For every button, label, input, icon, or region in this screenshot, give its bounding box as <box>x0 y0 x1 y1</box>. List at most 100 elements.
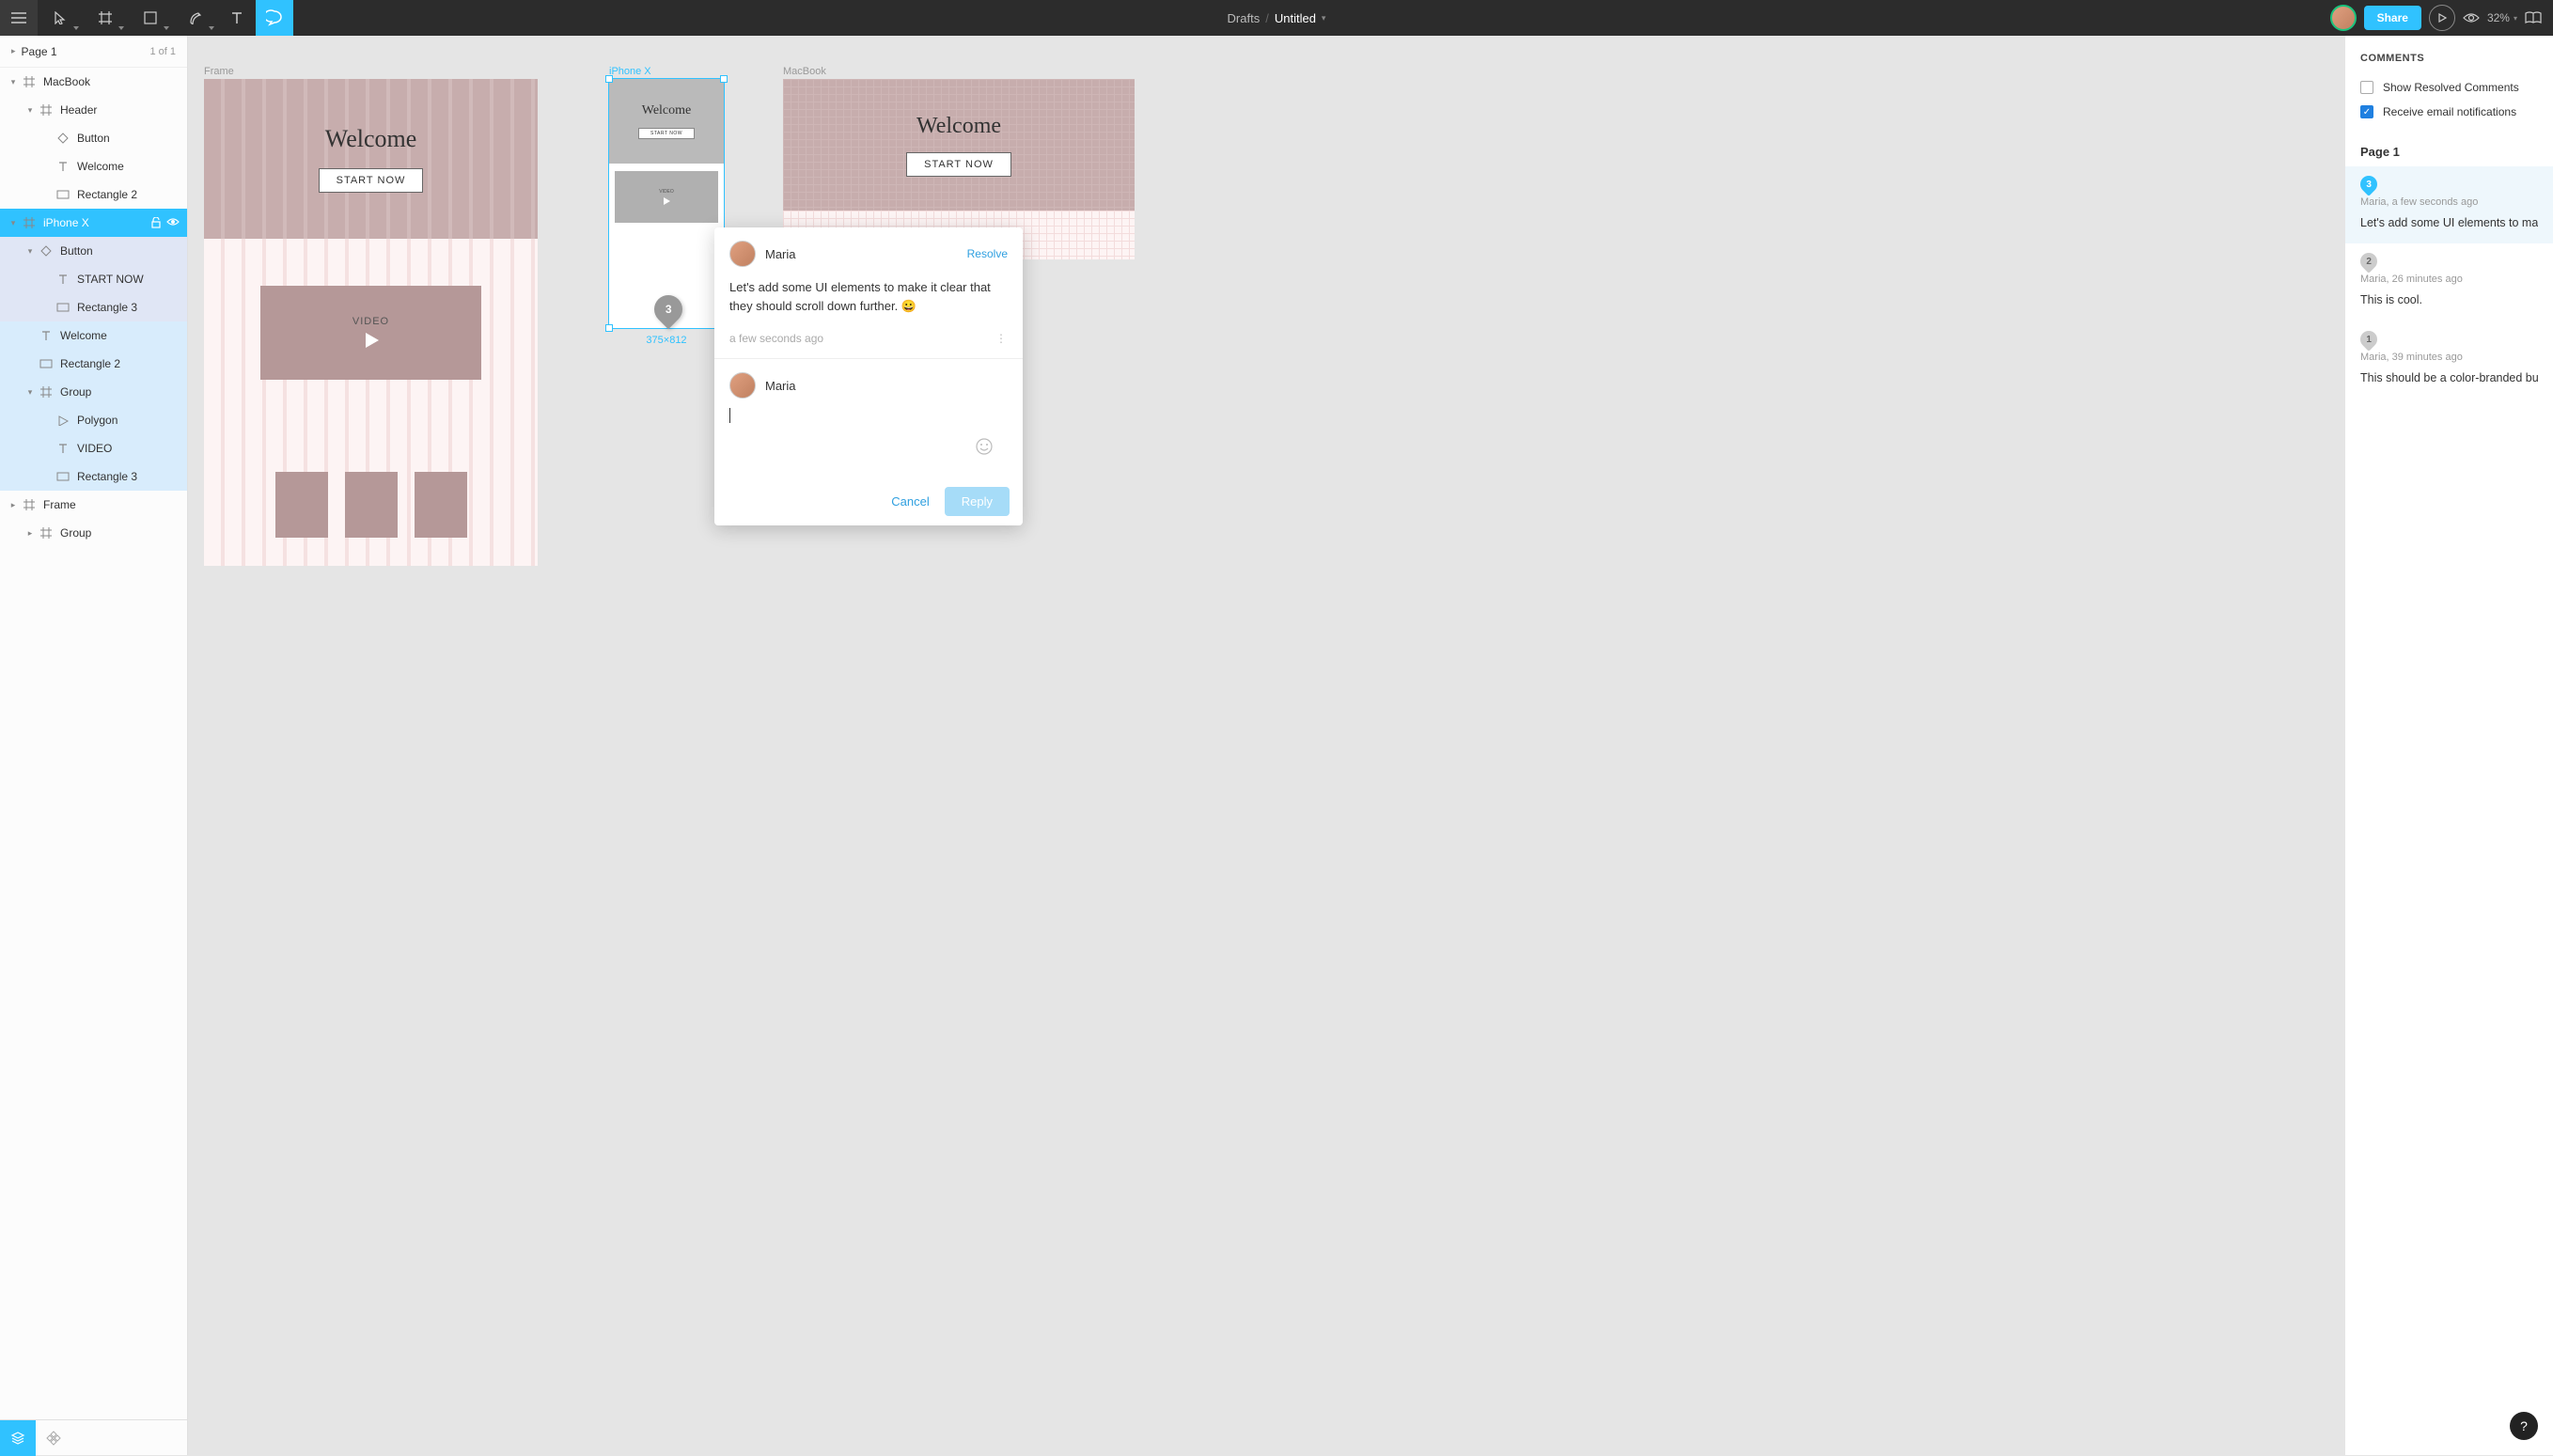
components-tab[interactable] <box>36 1420 71 1456</box>
layer-row[interactable]: START NOW <box>0 265 187 293</box>
layer-row[interactable]: Button <box>0 124 187 152</box>
frame-tool[interactable] <box>83 0 128 36</box>
frame-label[interactable]: Frame <box>204 66 234 77</box>
breadcrumb-separator: / <box>1265 11 1269 25</box>
layer-row[interactable]: VIDEO <box>0 434 187 462</box>
welcome-text: Welcome <box>325 125 417 153</box>
present-button[interactable] <box>2429 5 2455 31</box>
frame-label[interactable]: iPhone X <box>609 66 651 77</box>
layer-row[interactable]: Rectangle 3 <box>0 462 187 491</box>
layer-row[interactable]: ▾ iPhone X <box>0 209 187 237</box>
layer-toggle[interactable]: ▾ <box>6 77 21 87</box>
diamond-icon <box>55 133 71 144</box>
toolbar-left <box>0 0 293 36</box>
checkbox-checked[interactable] <box>2360 105 2373 118</box>
layer-row[interactable]: ▸ Group <box>0 519 187 547</box>
pen-tool[interactable] <box>173 0 218 36</box>
layer-label: Group <box>60 526 91 540</box>
zoom-control[interactable]: 32% ▾ <box>2487 11 2517 24</box>
layer-row[interactable]: Polygon <box>0 406 187 434</box>
layer-row[interactable]: Welcome <box>0 321 187 350</box>
checkbox-unchecked[interactable] <box>2360 81 2373 94</box>
cancel-button[interactable]: Cancel <box>887 487 932 516</box>
layer-row[interactable]: ▾ Group <box>0 378 187 406</box>
layer-label: Rectangle 2 <box>60 357 120 370</box>
comment-list-item[interactable]: 2Maria, 26 minutes ago This is cool. <box>2345 243 2553 321</box>
zoom-value: 32% <box>2487 11 2510 24</box>
rect-icon <box>38 359 55 368</box>
comment-meta: Maria, 39 minutes ago <box>2360 352 2538 363</box>
frame-label[interactable]: MacBook <box>783 66 826 77</box>
layer-toggle[interactable]: ▸ <box>23 528 38 539</box>
canvas-frame[interactable]: Welcome START NOW VIDEO <box>204 79 538 566</box>
layer-row[interactable]: Rectangle 2 <box>0 350 187 378</box>
layer-toggle[interactable]: ▾ <box>23 105 38 116</box>
move-tool[interactable] <box>38 0 83 36</box>
shape-tool[interactable] <box>128 0 173 36</box>
show-resolved-option[interactable]: Show Resolved Comments <box>2345 75 2553 100</box>
rect-icon <box>55 190 71 199</box>
layer-label: Button <box>60 244 93 258</box>
reply-input[interactable] <box>729 408 1008 464</box>
comment-preview: This is cool. <box>2360 292 2538 307</box>
comments-panel: COMMENTS Show Resolved Comments Receive … <box>2344 36 2553 1455</box>
layer-toggle[interactable]: ▾ <box>6 218 21 228</box>
layer-row[interactable]: ▸Frame <box>0 491 187 519</box>
emoji-button[interactable] <box>976 438 993 455</box>
comment-tool[interactable] <box>256 0 293 36</box>
comment-menu-button[interactable]: ⋮ <box>995 332 1008 345</box>
view-settings-button[interactable] <box>2463 12 2480 23</box>
welcome-text: Welcome <box>916 114 1001 139</box>
unlock-icon[interactable] <box>151 217 161 228</box>
layer-label: Rectangle 3 <box>77 301 137 314</box>
start-now-button: START NOW <box>319 168 424 193</box>
layer-row[interactable]: ▾ Header <box>0 96 187 124</box>
comment-list-item[interactable]: 1Maria, 39 minutes agoThis should be a c… <box>2345 321 2553 399</box>
video-label: VIDEO <box>352 316 389 327</box>
text-icon <box>38 330 55 341</box>
layers-sidebar: ▸ Page 1 1 of 1 ▾MacBook▾HeaderButtonWel… <box>0 36 188 1455</box>
comment-meta: Maria, 26 minutes ago <box>2360 274 2538 285</box>
hamburger-menu[interactable] <box>0 0 38 36</box>
layer-label: Group <box>60 385 91 399</box>
library-button[interactable] <box>2525 11 2542 24</box>
canvas[interactable]: Frame Welcome START NOW VIDEO <box>188 36 2344 1455</box>
start-now-button: START NOW <box>906 152 1011 177</box>
layer-toggle[interactable]: ▾ <box>23 246 38 257</box>
reply-button[interactable]: Reply <box>945 487 1010 516</box>
layer-label: Button <box>77 132 110 145</box>
page-selector[interactable]: ▸ Page 1 1 of 1 <box>0 36 187 68</box>
layer-label: Rectangle 2 <box>77 188 137 201</box>
layer-label: Header <box>60 103 97 117</box>
layer-row[interactable]: Welcome <box>0 152 187 180</box>
comment-list-item[interactable]: 3Maria, a few seconds agoLet's add some … <box>2345 166 2553 243</box>
comments-list: Page 1 3Maria, a few seconds agoLet's ad… <box>2345 137 2553 399</box>
email-notifications-option[interactable]: Receive email notifications <box>2345 100 2553 124</box>
layer-label: iPhone X <box>43 216 89 229</box>
comment-pin-number: 3 <box>666 303 672 316</box>
resolve-button[interactable]: Resolve <box>967 247 1008 260</box>
eye-icon[interactable] <box>166 217 180 228</box>
layer-row[interactable]: ▾MacBook <box>0 68 187 96</box>
breadcrumb[interactable]: Drafts / Untitled ▾ <box>1228 11 1326 25</box>
comment-pin-icon: 2 <box>2357 250 2380 274</box>
share-button[interactable]: Share <box>2364 6 2421 30</box>
chevron-down-icon: ▾ <box>1322 13 1326 23</box>
layer-row[interactable]: Rectangle 2 <box>0 180 187 209</box>
frame-icon <box>38 527 55 539</box>
canvas-frame-selected[interactable]: Welcome START NOW VIDEO <box>609 79 724 328</box>
layer-label: Welcome <box>77 160 124 173</box>
commenter-avatar <box>729 241 756 267</box>
layer-toggle[interactable]: ▸ <box>6 500 21 510</box>
video-label: VIDEO <box>659 189 674 195</box>
text-tool[interactable] <box>218 0 256 36</box>
comment-preview: Let's add some UI elements to make it <box>2360 215 2538 230</box>
layer-row[interactable]: Rectangle 3 <box>0 293 187 321</box>
user-avatar[interactable] <box>2330 5 2357 31</box>
sidebar-bottom-tabs <box>0 1419 187 1455</box>
layer-toggle[interactable]: ▾ <box>23 387 38 398</box>
layer-row[interactable]: ▾ Button <box>0 237 187 265</box>
help-button[interactable]: ? <box>2510 1412 2538 1440</box>
layers-tab[interactable] <box>0 1420 36 1456</box>
comment-pin-icon: 1 <box>2357 327 2380 351</box>
